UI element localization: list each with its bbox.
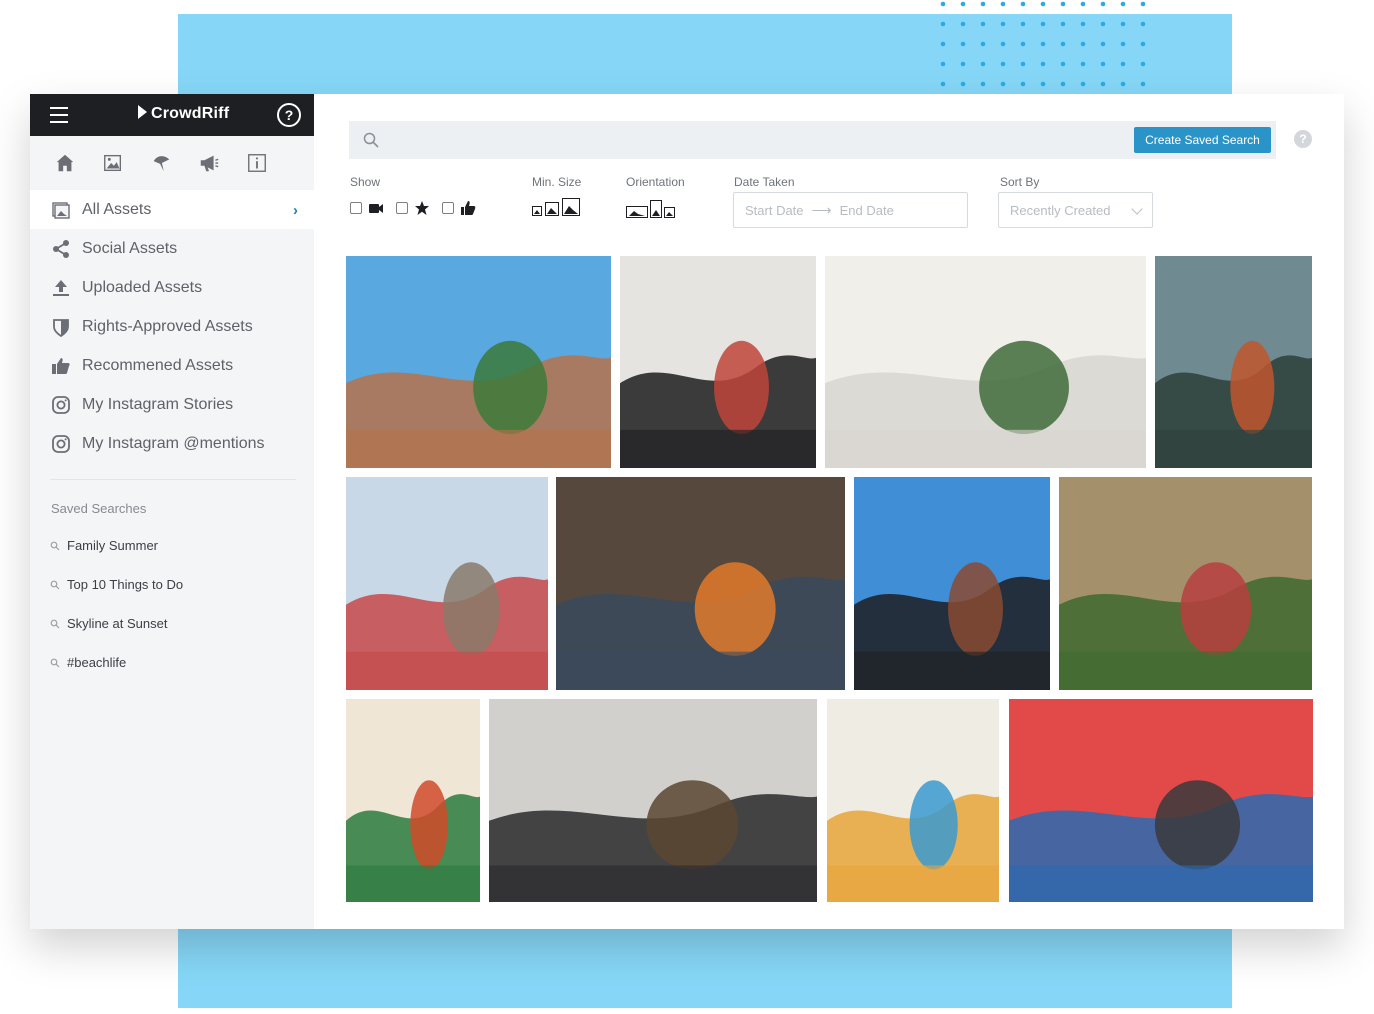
orientation-filter-label: Orientation [626, 175, 685, 189]
show-filter [350, 200, 482, 216]
logo-mark-icon [138, 105, 147, 119]
brand-name: CrowdRiff [151, 105, 230, 122]
photo-green-door[interactable] [346, 699, 480, 902]
gallery-icon[interactable] [102, 152, 124, 174]
video-icon [369, 204, 383, 213]
search-icon [363, 132, 379, 148]
search-icon [50, 580, 60, 589]
thumbs-up-icon [461, 201, 476, 215]
date-range-input[interactable]: Start Date ⟶ End Date [733, 192, 968, 228]
square-icon[interactable] [664, 207, 675, 218]
sidebar-item-recommened-assets[interactable]: Recommened Assets [30, 346, 314, 385]
size-medium-icon[interactable] [545, 202, 559, 216]
megaphone-icon[interactable] [198, 152, 220, 174]
sidebar: CrowdRiff ? All Assets › Social Assets U… [30, 94, 314, 929]
help-icon[interactable]: ? [277, 103, 301, 127]
sidebar-item-label: My Instagram Stories [82, 395, 234, 413]
saved-searches-list: Family Summer Top 10 Things to Do Skylin… [30, 526, 314, 682]
photo-bicycle-house[interactable] [1059, 477, 1312, 690]
saved-search-item[interactable]: Skyline at Sunset [30, 604, 314, 643]
instagram-icon [51, 395, 71, 415]
create-saved-search-button[interactable]: Create Saved Search [1134, 127, 1271, 153]
photo-woman-gate[interactable] [620, 256, 816, 468]
app-window: CrowdRiff ? All Assets › Social Assets U… [30, 94, 1344, 929]
saved-search-label: Skyline at Sunset [67, 616, 168, 631]
sidebar-item-rights-approved-assets[interactable]: Rights-Approved Assets [30, 307, 314, 346]
main-content: Create Saved Search ? Show Min. Size Ori… [314, 94, 1344, 929]
sidebar-item-instagram-stories[interactable]: My Instagram Stories [30, 385, 314, 424]
photo-mural-walk[interactable] [827, 699, 999, 902]
sort-by-value: Recently Created [1010, 202, 1111, 218]
sidebar-item-social-assets[interactable]: Social Assets [30, 229, 314, 268]
saved-search-item[interactable]: Family Summer [30, 526, 314, 565]
search-input[interactable]: Create Saved Search [349, 121, 1276, 159]
campaign-icon[interactable] [150, 152, 172, 174]
background-band-bottom [178, 920, 1232, 1008]
video-checkbox[interactable] [350, 202, 362, 214]
photo-white-car[interactable] [825, 256, 1146, 468]
photo-jeep[interactable] [854, 477, 1050, 690]
toolbar-icons [30, 136, 314, 190]
show-filter-label: Show [350, 175, 381, 189]
search-icon [50, 619, 60, 628]
sidebar-item-label: Uploaded Assets [82, 278, 203, 296]
all-assets-icon [51, 200, 71, 220]
dot-pattern [940, 1, 1146, 87]
saved-searches-heading: Saved Searches [51, 501, 147, 516]
end-date-placeholder: End Date [839, 202, 894, 218]
star-icon [415, 201, 429, 215]
favorite-checkbox[interactable] [396, 202, 408, 214]
sidebar-item-uploaded-assets[interactable]: Uploaded Assets [30, 268, 314, 307]
photo-park-guell[interactable] [346, 256, 611, 468]
share-icon [51, 239, 71, 259]
sidebar-item-label: Rights-Approved Assets [82, 317, 253, 335]
hamburger-menu-icon[interactable] [50, 107, 68, 123]
min-size-filter [532, 198, 580, 216]
info-icon[interactable] [246, 152, 268, 174]
sidebar-item-label: My Instagram @mentions [82, 434, 265, 452]
photo-man-hat[interactable] [489, 699, 817, 902]
sort-by-label: Sort By [1000, 175, 1040, 189]
recommended-checkbox[interactable] [442, 202, 454, 214]
size-small-icon[interactable] [532, 206, 542, 216]
brand-logo[interactable]: CrowdRiff [138, 105, 229, 123]
home-icon[interactable] [54, 152, 76, 174]
shield-icon [51, 317, 71, 337]
search-icon [50, 541, 60, 550]
photo-bridge-forest[interactable] [1155, 256, 1312, 468]
photo-red-street[interactable] [346, 477, 548, 690]
thumbs-up-icon [51, 356, 71, 376]
saved-search-item[interactable]: Top 10 Things to Do [30, 565, 314, 604]
photo-women-drinks[interactable] [1009, 699, 1313, 902]
search-icon [50, 658, 60, 667]
saved-search-item[interactable]: #beachlife [30, 643, 314, 682]
instagram-icon [51, 434, 71, 454]
min-size-filter-label: Min. Size [532, 175, 582, 189]
sidebar-item-label: Social Assets [82, 239, 178, 257]
top-bar: CrowdRiff ? [30, 94, 314, 136]
date-taken-filter-label: Date Taken [734, 175, 795, 189]
chevron-right-icon: › [293, 202, 298, 219]
sidebar-item-instagram-mentions[interactable]: My Instagram @mentions [30, 424, 314, 463]
saved-search-label: Family Summer [67, 538, 159, 553]
size-large-icon[interactable] [562, 198, 580, 216]
help-icon[interactable]: ? [1294, 130, 1312, 148]
sidebar-item-label: Recommened Assets [82, 356, 234, 374]
sort-by-select[interactable]: Recently Created [998, 192, 1153, 228]
start-date-placeholder: Start Date [745, 202, 804, 218]
upload-icon [51, 278, 71, 298]
portrait-icon[interactable] [650, 200, 662, 218]
landscape-icon[interactable] [626, 206, 648, 218]
chevron-down-icon [1131, 203, 1143, 215]
orientation-filter [626, 200, 675, 218]
sidebar-item-label: All Assets [82, 200, 152, 218]
sidebar-item-all-assets[interactable]: All Assets › [30, 190, 314, 229]
saved-search-label: #beachlife [67, 655, 127, 670]
photo-campfire[interactable] [556, 477, 845, 690]
saved-search-label: Top 10 Things to Do [67, 577, 184, 592]
sidebar-nav: All Assets › Social Assets Uploaded Asse… [30, 190, 314, 463]
arrow-right-icon: ⟶ [811, 201, 832, 218]
